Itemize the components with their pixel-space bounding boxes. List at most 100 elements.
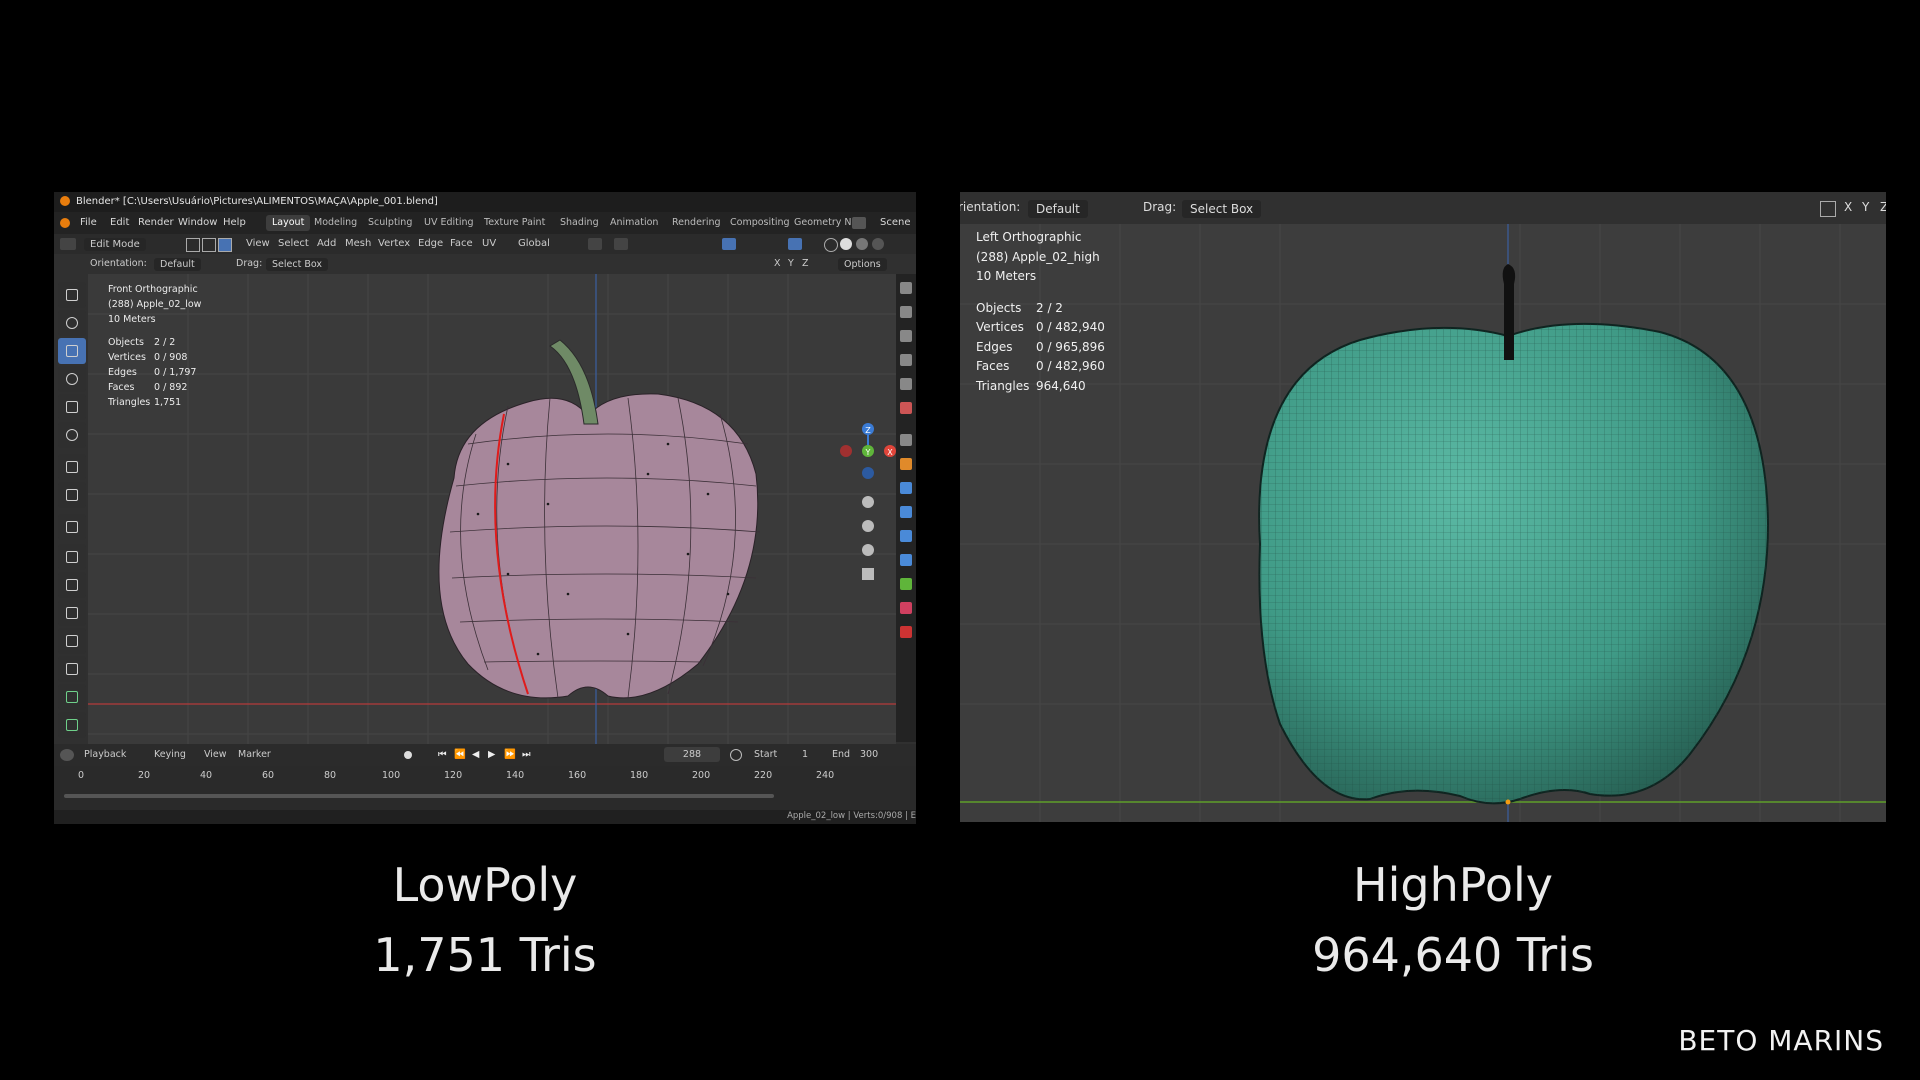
measure-tool-icon[interactable] [58,482,86,508]
start-value[interactable]: 1 [802,749,808,760]
orientation-dropdown[interactable]: Default [1028,200,1088,218]
play-icon[interactable]: ▶ [488,749,495,760]
stat-row: Vertices 0 / 908 [108,352,188,363]
axis-y-button[interactable]: Y [1862,200,1869,214]
gizmo-y-label: Y [865,448,871,457]
tab-modeling[interactable]: Modeling [308,215,363,231]
scale-tool-icon[interactable] [58,394,86,420]
tick-label: 80 [324,770,337,781]
timeline-area[interactable]: 0 20 40 60 80 100 120 140 160 180 200 22… [54,766,916,810]
timeline-scrollbar[interactable] [64,794,774,798]
tab-rendering[interactable]: Rendering [666,215,727,231]
header-menu-face[interactable]: Face [450,238,473,249]
header-menu-mesh[interactable]: Mesh [345,238,371,249]
axis-y-button[interactable]: Y [788,258,794,269]
next-keyframe-icon[interactable]: ⏩ [504,749,516,760]
extrude-tool-icon[interactable] [58,544,86,570]
blender-window-highpoly: rientation: Default Drag: Select Box X Y… [960,192,1886,822]
tick-label: 240 [816,770,835,781]
axis-x-button[interactable]: X [774,258,781,269]
drag-dropdown[interactable]: Select Box [266,258,328,271]
cursor-tool-icon[interactable] [58,310,86,336]
jump-start-icon[interactable]: ⏮ [438,749,447,760]
tab-uv-editing[interactable]: UV Editing [418,215,480,231]
poly-build-tool-icon[interactable] [58,684,86,710]
tab-compositing[interactable]: Compositing [724,215,796,231]
properties-tab-strip [896,274,916,742]
viewport-overlay-info: Front Orthographic (288) Apple_02_low 10… [108,282,201,410]
timeline-menu-keying[interactable]: Keying [154,749,186,760]
transform-tool-icon[interactable] [58,422,86,448]
bevel-tool-icon[interactable] [58,600,86,626]
tab-sculpting[interactable]: Sculpting [362,215,418,231]
move-tool-icon[interactable] [58,338,86,364]
gizmo-toggle-icon[interactable] [722,238,736,250]
face-select-icon[interactable] [218,238,232,252]
timeline-menu-playback[interactable]: Playback [84,749,126,760]
annotate-tool-icon[interactable] [58,454,86,480]
pivot-icon[interactable] [588,238,602,250]
header-menu-view[interactable]: View [246,238,270,249]
options-dropdown[interactable]: Options [838,258,887,271]
current-frame-field[interactable]: 288 [664,747,720,762]
stat-row: Triangles 1,751 [108,397,182,408]
axis-x-button[interactable]: X [1844,200,1852,214]
end-label: End [832,749,851,760]
spin-tool-icon[interactable] [58,712,86,738]
tab-texture-paint[interactable]: Texture Paint [478,215,551,231]
loop-cut-tool-icon[interactable] [58,628,86,654]
view-layer-props-icon [900,354,912,366]
timeline-menu-marker[interactable]: Marker [238,749,271,760]
menu-render[interactable]: Render [138,217,174,228]
inset-tool-icon[interactable] [58,572,86,598]
knife-tool-icon[interactable] [58,656,86,682]
orientation-dropdown[interactable]: Default [154,258,201,271]
axis-z-button[interactable]: Z [1880,200,1886,214]
header-menu-add[interactable]: Add [317,238,336,249]
stat-row: Objects 2 / 2 [976,300,1063,315]
header-menu-edge[interactable]: Edge [418,238,443,249]
rendered-shading-icon[interactable] [872,238,884,250]
record-icon[interactable] [404,751,412,759]
lowpoly-viewport[interactable]: Z Y X [88,274,896,744]
axis-z-button[interactable]: Z [802,258,809,269]
solid-shading-icon[interactable] [840,238,852,250]
menu-help[interactable]: Help [223,217,246,228]
overlay-toggle-icon[interactable] [788,238,802,250]
mode-dropdown[interactable]: Edit Mode [84,238,146,251]
object-name: (288) Apple_02_high [976,249,1100,264]
transform-dropdown[interactable]: Global [518,238,550,249]
timeline-menu-view[interactable]: View [204,749,227,760]
vertex-select-icon[interactable] [186,238,200,252]
stat-row: Edges 0 / 1,797 [108,367,197,378]
material-shading-icon[interactable] [856,238,868,250]
blender-menu-icon[interactable] [60,218,70,228]
prev-keyframe-icon[interactable]: ⏪ [454,749,466,760]
timeline-editor-icon[interactable] [60,749,74,761]
header-menu-vertex[interactable]: Vertex [378,238,410,249]
jump-end-icon[interactable]: ⏭ [522,749,531,760]
menu-edit[interactable]: Edit [110,217,129,228]
header-menu-select[interactable]: Select [278,238,309,249]
scene-icon[interactable] [852,217,866,229]
play-reverse-icon[interactable]: ◀ [472,749,479,760]
object-name: (288) Apple_02_low [108,299,202,310]
scene-label[interactable]: Scene [880,217,911,228]
rotate-tool-icon[interactable] [58,366,86,392]
wireframe-shading-icon[interactable] [824,238,838,252]
header-menu-uv[interactable]: UV [482,238,496,249]
snap-icon[interactable] [614,238,628,250]
menu-window[interactable]: Window [178,217,217,228]
drag-dropdown[interactable]: Select Box [1182,200,1262,218]
tab-shading[interactable]: Shading [554,215,605,231]
end-value[interactable]: 300 [860,749,878,760]
add-cube-tool-icon[interactable] [58,514,86,540]
select-box-tool-icon[interactable] [58,282,86,308]
menu-file[interactable]: File [80,217,97,228]
scale-label: 10 Meters [976,269,1037,283]
editor-type-icon[interactable] [60,238,76,250]
tab-animation[interactable]: Animation [604,215,664,231]
edge-select-icon[interactable] [202,238,216,252]
tab-layout[interactable]: Layout [266,215,311,231]
mirror-icon[interactable] [1820,201,1836,217]
